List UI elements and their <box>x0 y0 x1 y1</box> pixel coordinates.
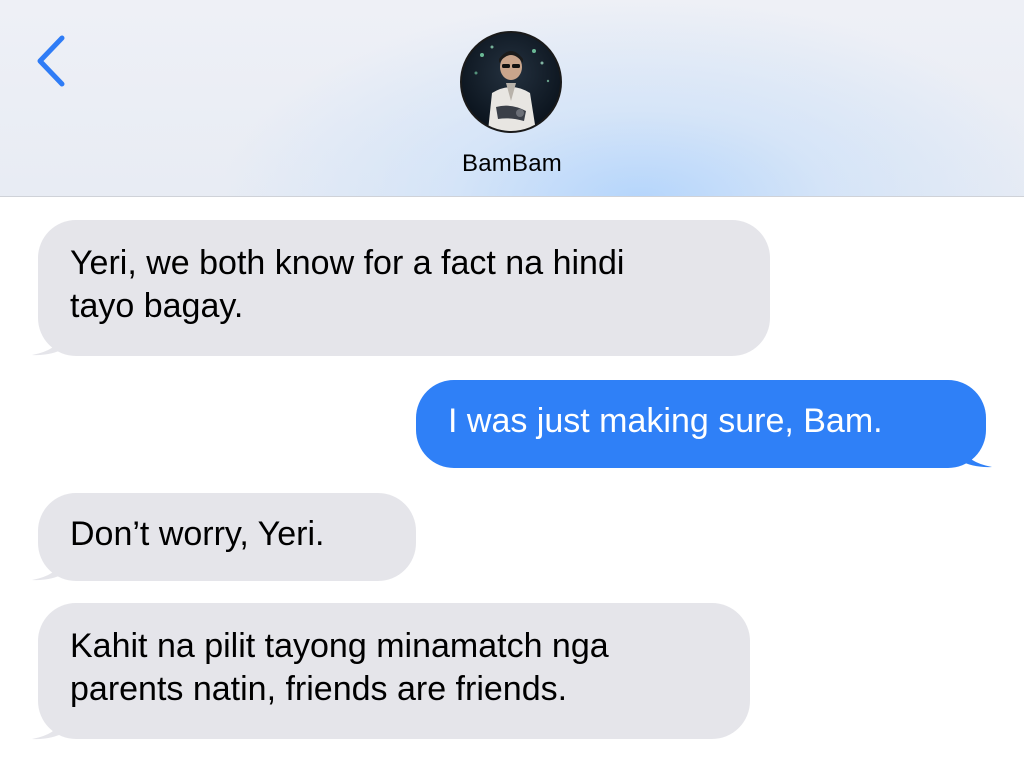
message-bubble-received[interactable]: Don’t worry, Yeri. <box>38 493 416 581</box>
message-bubble-received[interactable]: Yeri, we both know for a fact na hindi t… <box>38 220 770 356</box>
back-button[interactable] <box>28 30 72 92</box>
chevron-left-icon <box>37 35 65 87</box>
message-bubble-sent[interactable]: I was just making sure, Bam. <box>416 380 986 468</box>
message-bubble-received[interactable]: Kahit na pilit tayong minamatch nga pare… <box>38 603 750 739</box>
conversation-header: BamBam <box>0 0 1024 197</box>
avatar-photo <box>474 45 550 131</box>
contact-name[interactable]: BamBam <box>0 150 1024 178</box>
contact-avatar[interactable] <box>460 31 562 133</box>
conversation-screen: BamBam Yeri, we both know for a fact na … <box>0 0 1024 758</box>
